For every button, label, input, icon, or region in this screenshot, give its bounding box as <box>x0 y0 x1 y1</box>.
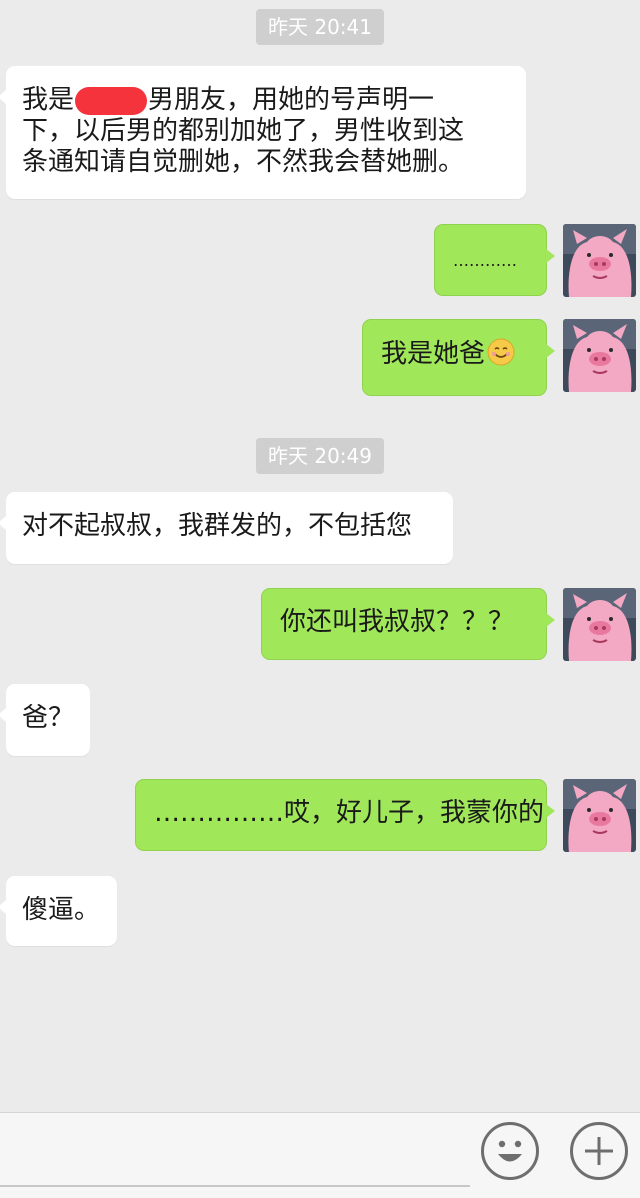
plus-icon <box>585 1137 613 1165</box>
emoji-button[interactable] <box>481 1122 539 1180</box>
more-button[interactable] <box>570 1122 628 1180</box>
pink-pig-avatar-icon[interactable] <box>563 779 636 852</box>
message-line: 下，以后男的都别加她了，男性收到这 <box>22 116 465 146</box>
timestamp-label: 昨天 20:49 <box>256 438 384 474</box>
message-text: 对不起叔叔，我群发的，不包括您 <box>22 511 413 541</box>
message-text: 你还叫我叔叔？？？ <box>280 607 515 637</box>
incoming-message-bubble[interactable]: 对不起叔叔，我群发的，不包括您 <box>0 492 453 564</box>
smiley-face-icon <box>498 1140 522 1162</box>
pink-pig-avatar-icon[interactable] <box>563 319 636 392</box>
pink-pig-avatar-icon[interactable] <box>563 588 636 661</box>
smiling-face-emoji-icon <box>487 338 515 366</box>
chat-input-bar <box>0 1112 640 1198</box>
message-text: ………… <box>453 251 517 270</box>
outgoing-message-bubble[interactable]: ……………哎，好儿子，我蒙你的 <box>135 779 555 851</box>
outgoing-message-bubble[interactable]: ………… <box>434 224 555 296</box>
incoming-message-bubble[interactable]: 我是 男朋友，用她的号声明一 下，以后男的都别加她了，男性收到这 条通知请自觉删她… <box>0 66 526 199</box>
message-text: 爸？ <box>22 703 75 733</box>
outgoing-message-bubble[interactable]: 你还叫我叔叔？？？ <box>261 588 555 660</box>
timestamp: 昨天 20:49 <box>0 438 640 474</box>
redaction-mark <box>75 86 148 115</box>
message-line: 条通知请自觉删她，不然我会替她删。 <box>22 147 465 177</box>
pink-pig-avatar-icon[interactable] <box>563 224 636 297</box>
outgoing-message-bubble[interactable]: 我是她爸 <box>362 319 555 396</box>
message-text: 我是她爸 <box>381 339 486 369</box>
timestamp: 昨天 20:41 <box>0 9 640 45</box>
timestamp-label: 昨天 20:41 <box>256 9 384 45</box>
message-text: 傻逼。 <box>22 895 101 925</box>
message-text: ……………哎，好儿子，我蒙你的 <box>154 798 545 828</box>
incoming-message-bubble[interactable]: 傻逼。 <box>0 876 117 946</box>
incoming-message-bubble[interactable]: 爸？ <box>0 684 90 756</box>
message-input[interactable] <box>0 1159 470 1187</box>
message-line: 我是 男朋友，用她的号声明一 <box>22 85 435 115</box>
